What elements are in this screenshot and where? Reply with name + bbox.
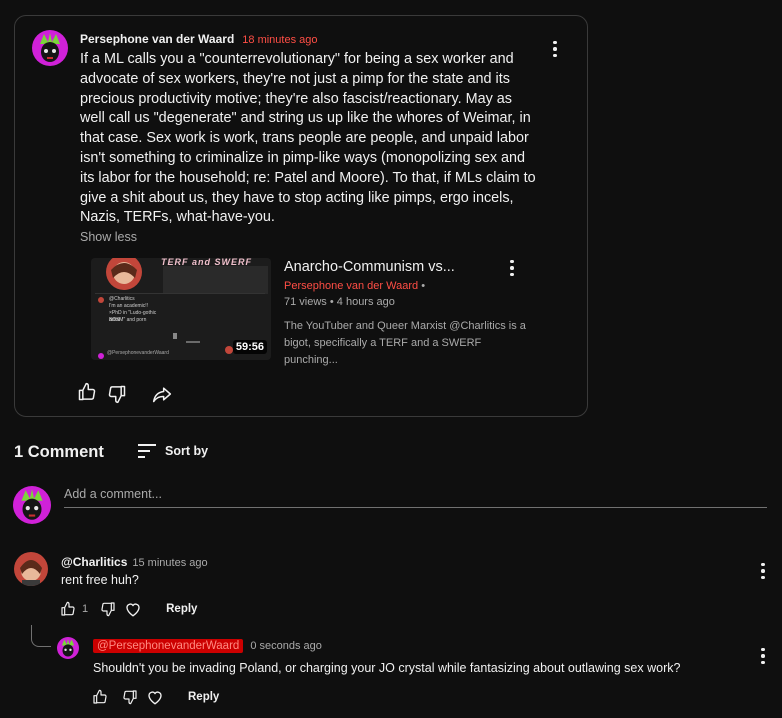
post-body-text: If a ML calls you a "counterrevolutionar… <box>80 51 536 226</box>
post-share-button[interactable] <box>150 382 174 406</box>
comment-actions: 1 Reply <box>60 600 197 618</box>
comment-reply-button[interactable]: Reply <box>166 603 197 615</box>
thumbnail-text-4: artist <box>109 317 120 323</box>
thumbnail-text-1: @Charlitics <box>109 296 135 302</box>
thumbnail-text-2: I'm an academic!! <box>109 303 149 309</box>
reply-author-avatar[interactable] <box>57 637 79 659</box>
reply-header: @PersephonevanderWaard 0 seconds ago <box>93 639 322 653</box>
thumb-down-icon <box>101 602 115 617</box>
heart-icon <box>148 691 162 705</box>
current-user-avatar <box>13 486 51 524</box>
thumb-up-icon <box>93 689 107 704</box>
video-channel-name[interactable]: Persephone van der Waard • <box>284 280 425 292</box>
thumb-up-icon <box>78 382 96 401</box>
comment-like-count: 1 <box>82 603 89 615</box>
reply-timestamp[interactable]: 0 seconds ago <box>250 640 322 652</box>
add-comment-input[interactable]: Add a comment... <box>64 487 767 508</box>
post-like-button[interactable] <box>75 380 99 404</box>
reply-like-button[interactable] <box>92 689 108 705</box>
post-author-name[interactable]: Persephone van der Waard <box>80 32 234 46</box>
reply-more-button[interactable] <box>753 644 773 668</box>
comment-header: @Charlitics 15 minutes ago <box>61 555 208 569</box>
video-views: 71 views <box>284 296 327 308</box>
thumb-down-icon <box>108 385 126 404</box>
video-meta-separator: • <box>329 296 334 308</box>
video-age: 4 hours ago <box>336 296 395 308</box>
comment-author-avatar[interactable] <box>14 552 48 586</box>
thumb-up-icon <box>61 601 75 616</box>
video-more-button[interactable] <box>502 256 522 280</box>
thumb-down-icon <box>123 690 137 705</box>
comment-more-button[interactable] <box>753 559 773 583</box>
reply-text: Shouldn't you be invading Poland, or cha… <box>93 661 681 675</box>
comment-author-name[interactable]: @Charlitics <box>61 555 127 569</box>
reply-author-name[interactable]: @PersephonevanderWaard <box>93 639 244 653</box>
comment-like-button[interactable] <box>60 601 76 617</box>
post-header: Persephone van der Waard 18 minutes ago <box>80 32 318 46</box>
thumbnail-banner-text: TERF and SWERF <box>161 258 252 266</box>
share-icon <box>152 387 172 403</box>
comment-heart-button[interactable] <box>124 600 142 618</box>
reply-actions: Reply <box>92 688 219 706</box>
comment-dislike-button[interactable] <box>100 601 116 617</box>
post-timestamp[interactable]: 18 minutes ago <box>242 34 317 46</box>
show-less-button[interactable]: Show less <box>80 230 137 244</box>
comment-text: rent free huh? <box>61 573 139 587</box>
video-description: The YouTuber and Queer Marxist @Charliti… <box>284 320 526 366</box>
video-channel-separator: • <box>421 280 426 292</box>
post-more-button[interactable] <box>545 37 565 61</box>
post-author-avatar[interactable] <box>32 30 68 66</box>
heart-icon <box>126 603 140 617</box>
video-channel-label[interactable]: Persephone van der Waard <box>284 280 418 292</box>
post-dislike-button[interactable] <box>105 382 129 406</box>
comment-timestamp[interactable]: 15 minutes ago <box>132 557 207 569</box>
community-post-card: Persephone van der Waard 18 minutes ago … <box>14 15 588 417</box>
thumbnail-text-5: @PersephonevanderWaard <box>107 350 169 356</box>
video-duration: 59:56 <box>232 340 267 354</box>
thread-connector <box>31 625 51 647</box>
video-meta: 71 views • 4 hours ago <box>284 296 395 308</box>
reply-dislike-button[interactable] <box>122 689 138 705</box>
sort-by-label[interactable]: Sort by <box>165 444 208 458</box>
video-thumbnail[interactable]: TERF and SWERF @Charlitics I'm an academ… <box>91 258 271 360</box>
reply-heart-button[interactable] <box>146 688 164 706</box>
comments-count: 1 Comment <box>14 443 104 461</box>
video-title[interactable]: Anarcho-Communism vs... <box>284 259 484 275</box>
sort-icon <box>138 444 156 458</box>
reply-reply-button[interactable]: Reply <box>188 691 219 703</box>
sort-by-button[interactable]: Sort by <box>137 442 208 460</box>
